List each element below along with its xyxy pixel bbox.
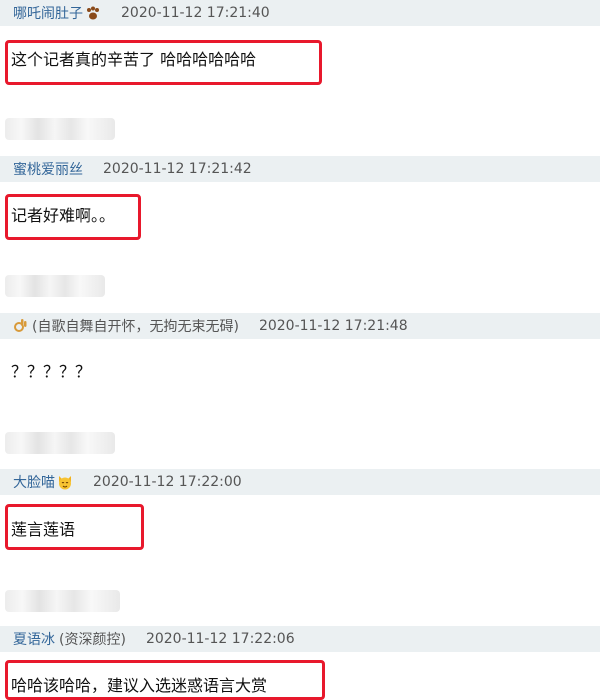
highlight-box	[5, 504, 144, 550]
username-link[interactable]: 哪吒闹肚子	[13, 3, 83, 23]
comment-header: 夏语冰 (资深颜控) 2020-11-12 17:22:06	[0, 626, 600, 652]
username-link[interactable]: 蜜桃爱丽丝	[13, 159, 83, 179]
ok-hand-icon	[12, 318, 28, 334]
user-status: (资深颜控)	[59, 632, 126, 648]
redacted-blur	[5, 275, 105, 297]
comment-timestamp: 2020-11-12 17:22:00	[93, 474, 242, 490]
comment-timestamp: 2020-11-12 17:22:06	[145, 631, 295, 647]
cat-face-icon	[57, 474, 73, 490]
comment-timestamp: 2020-11-12 17:21:40	[121, 5, 270, 21]
highlight-box	[5, 40, 322, 85]
redacted-blur	[5, 432, 115, 454]
comment-text: ？？？？？	[11, 362, 92, 381]
paw-icon	[85, 5, 101, 21]
user-status: (自歌自舞自开怀，无拘无束无碍)	[32, 319, 239, 335]
comment-header: 蜜桃爱丽丝 2020-11-12 17:21:42	[0, 156, 600, 182]
comment-header: 哪吒闹肚子 2020-11-12 17:21:40	[0, 0, 600, 26]
highlight-box	[5, 194, 141, 240]
username-link[interactable]: 大脸喵	[13, 472, 55, 492]
comment-timestamp: 2020-11-12 17:21:42	[103, 161, 252, 177]
comment-header: 大脸喵 2020-11-12 17:22:00	[0, 469, 600, 495]
comment-header: (自歌自舞自开怀，无拘无束无碍) 2020-11-12 17:21:48	[0, 313, 600, 339]
redacted-blur	[5, 590, 120, 612]
redacted-blur	[5, 118, 115, 140]
username-link[interactable]: 夏语冰	[13, 629, 55, 649]
comment-timestamp: 2020-11-12 17:21:48	[258, 318, 408, 334]
highlight-box	[5, 660, 325, 700]
